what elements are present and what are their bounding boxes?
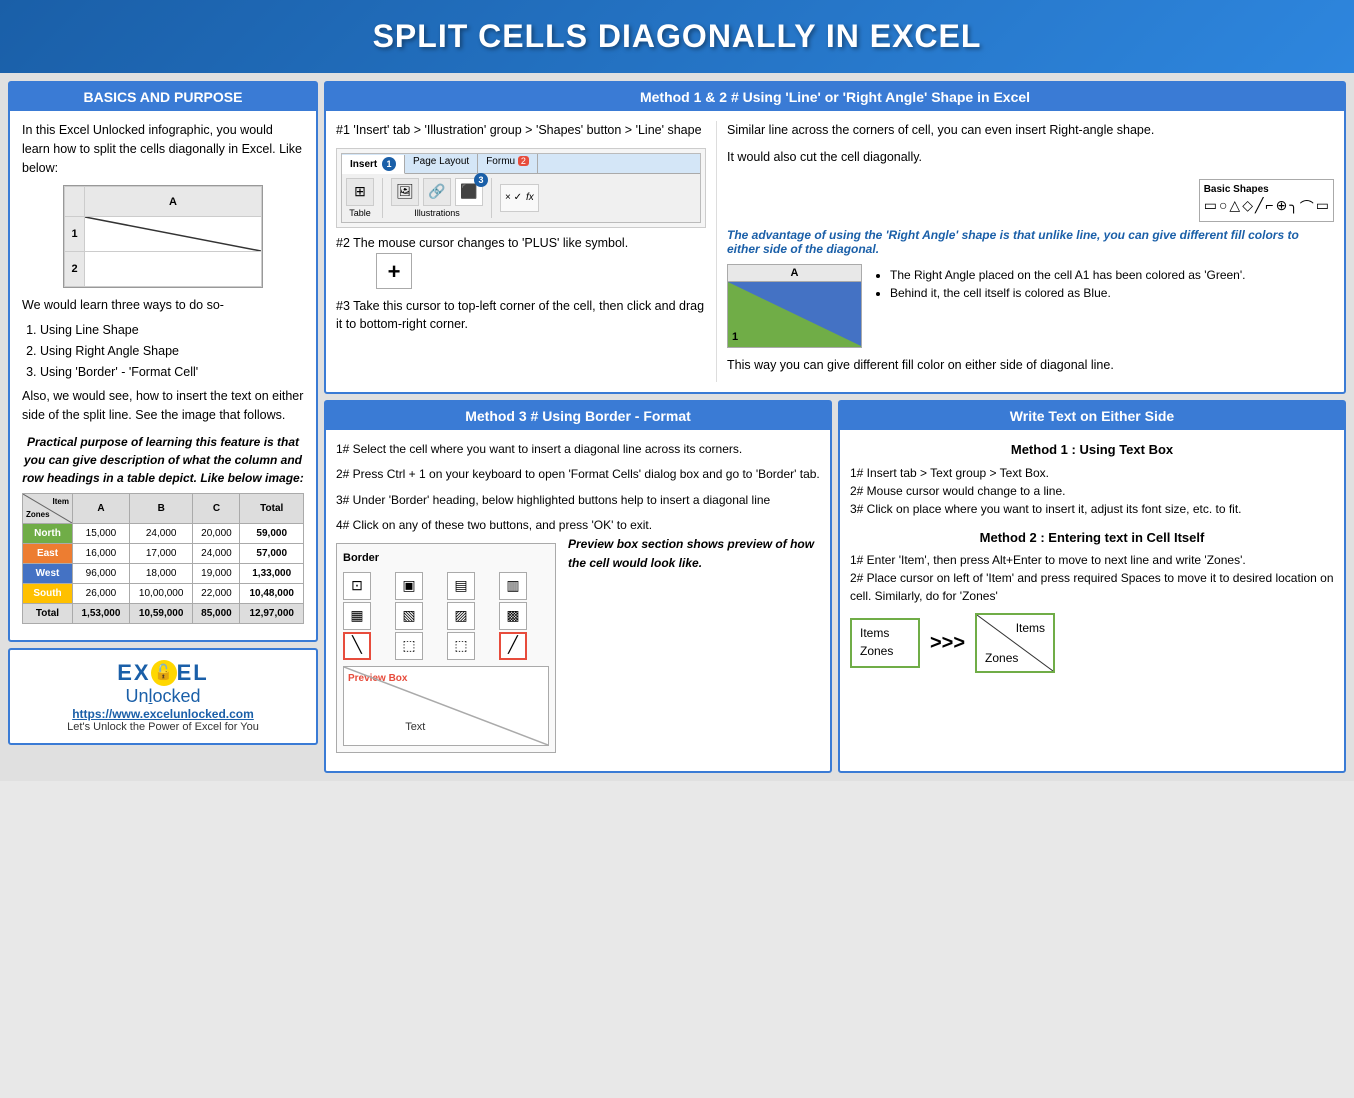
- shape-icon-4: ◇: [1242, 197, 1253, 217]
- logo-text: EX: [117, 660, 150, 686]
- write-text-header: Write Text on Either Side: [840, 402, 1344, 430]
- border-buttons: ⊡ ▣ ▤ ▥ ▦ ▧ ▨ ▩ ╲ ⬚ ⬚ ╱: [343, 572, 549, 660]
- border-btn-6: ▧: [395, 602, 423, 630]
- border-diag2-btn[interactable]: ╱: [499, 632, 527, 660]
- wt-m1-step3: 3# Click on place where you want to inse…: [850, 500, 1334, 518]
- border-btn-1: ⊡: [343, 572, 371, 600]
- logo-section: EX 🔓 EL Unlocked https://www.excelunlock…: [8, 648, 318, 745]
- method1-subheader: Method 1 : Using Text Box: [850, 440, 1334, 460]
- method-item-2: Using Right Angle Shape: [40, 342, 304, 361]
- border-btn-11: ⬚: [447, 632, 475, 660]
- wt-m2-step2: 2# Place cursor on left of 'Item' and pr…: [850, 569, 1334, 605]
- basic-shapes-label: Basic Shapes: [1204, 184, 1329, 195]
- italic-advantage: The advantage of using the 'Right Angle'…: [727, 228, 1334, 256]
- m3-step1: 1# Select the cell where you want to ins…: [336, 440, 820, 459]
- cell2-items-zones: Items Zones: [975, 613, 1055, 673]
- cell1-line1: Items: [860, 624, 910, 642]
- border-btn-8: ▩: [499, 602, 527, 630]
- wt-m2-step1: 1# Enter 'Item', then press Alt+Enter to…: [850, 551, 1334, 569]
- ribbon-tables-group: ⊞ Table: [346, 178, 383, 218]
- write-text-section: Write Text on Either Side Method 1 : Usi…: [838, 400, 1346, 772]
- logo-text-2: EL: [177, 660, 209, 686]
- step1-text: #1 'Insert' tab > 'Illustration' group >…: [336, 121, 706, 140]
- shape-icon-2: ○: [1219, 197, 1227, 217]
- border-btn-7: ▨: [447, 602, 475, 630]
- m3-step4: 4# Click on any of these two buttons, an…: [336, 516, 820, 535]
- bullet1: The Right Angle placed on the cell A1 ha…: [890, 268, 1245, 282]
- border-dialog: Border ⊡ ▣ ▤ ▥ ▦ ▧ ▨ ▩ ╲: [336, 543, 556, 753]
- method2-subheader: Method 2 : Entering text in Cell Itself: [850, 528, 1334, 548]
- cell1-items-zones: Items Zones: [850, 618, 920, 668]
- excel-diagonal-preview: A 1 2: [63, 185, 263, 288]
- step3-text: #3 Take this cursor to top-left corner o…: [336, 297, 706, 335]
- method12-section: Method 1 & 2 # Using 'Line' or 'Right An…: [324, 81, 1346, 394]
- shape-icon-5: ╱: [1255, 197, 1263, 217]
- step2-text: #2 The mouse cursor changes to 'PLUS' li…: [336, 234, 706, 289]
- shape-icon-9: ⌒: [1300, 197, 1314, 217]
- logo-tagline: Let's Unlock the Power of Excel for You: [20, 721, 306, 733]
- shape-icon-1: ▭: [1204, 197, 1217, 217]
- logo-unlocked-text: Unlocked: [20, 686, 306, 707]
- right-text1: Similar line across the corners of cell,…: [727, 121, 1334, 140]
- border-btn-5: ▦: [343, 602, 371, 630]
- purpose-italic: Practical purpose of learning this featu…: [22, 433, 304, 487]
- method3-header: Method 3 # Using Border - Format: [326, 402, 830, 430]
- border-btn-4: ▥: [499, 572, 527, 600]
- preview-text-label: Text: [405, 719, 425, 737]
- border-title: Border: [343, 550, 549, 568]
- preview-italic-caption: Preview box section shows preview of how…: [568, 535, 820, 573]
- also-text: Also, we would see, how to insert the te…: [22, 387, 304, 425]
- method3-section: Method 3 # Using Border - Format 1# Sele…: [324, 400, 832, 772]
- cell1-line2: Zones: [860, 642, 910, 660]
- main-title: SPLIT CELLS DIAGONALLY IN EXCEL: [0, 0, 1354, 73]
- right-text2: It would also cut the cell diagonally.: [727, 148, 1334, 167]
- border-diag1-btn[interactable]: ╲: [343, 632, 371, 660]
- basics-header: BASICS AND PURPOSE: [10, 83, 316, 111]
- logo-lock-icon: 🔓: [151, 660, 177, 686]
- shape-icon-3: △: [1229, 197, 1240, 217]
- wt-m1-step2: 2# Mouse cursor would change to a line.: [850, 482, 1334, 500]
- arrow: >>>: [930, 628, 965, 658]
- ribbon-illustrations-group: 🖼 🔗 ⬛ 3 Illustrations: [391, 178, 492, 218]
- pictures-icon: 🖼: [391, 178, 419, 206]
- method-item-1: Using Line Shape: [40, 321, 304, 340]
- m3-step2: 2# Press Ctrl + 1 on your keyboard to op…: [336, 465, 820, 484]
- items-zones-row: Items Zones >>> Items Zones: [850, 613, 1334, 673]
- bullet2: Behind it, the cell itself is colored as…: [890, 286, 1245, 300]
- ribbon-formulas-tab: Formu 2: [478, 154, 538, 173]
- tables-icon: ⊞: [346, 178, 374, 206]
- ribbon-pagelayout-tab: Page Layout: [405, 154, 478, 173]
- ribbon-insert-tab: Insert 1: [342, 155, 405, 174]
- shape-icon-7: ⊕: [1276, 197, 1288, 217]
- method12-header: Method 1 & 2 # Using 'Line' or 'Right An…: [326, 83, 1344, 111]
- m3-step3: 3# Under 'Border' heading, below highlig…: [336, 491, 820, 510]
- method-item-3: Using 'Border' - 'Format Cell': [40, 363, 304, 382]
- border-preview-area: Preview Box Text: [343, 666, 549, 746]
- colored-diagonal-preview: A 1: [727, 264, 862, 348]
- shapes-icon: ⬛ 3: [455, 178, 483, 206]
- learn-intro: We would learn three ways to do so-: [22, 296, 304, 315]
- shapes-icons: ▭ ○ △ ◇ ╱ ⌐ ⊕ ╮ ⌒ ▭: [1204, 197, 1329, 217]
- methods-list: Using Line Shape Using Right Angle Shape…: [22, 321, 304, 381]
- basic-shapes-box: Basic Shapes ▭ ○ △ ◇ ╱ ⌐ ⊕ ╮ ⌒ ▭: [1199, 179, 1334, 222]
- border-btn-10: ⬚: [395, 632, 423, 660]
- shape-icon-6: ⌐: [1265, 197, 1273, 217]
- shape-icon-8: ╮: [1289, 197, 1297, 217]
- intro-text: In this Excel Unlocked infographic, you …: [22, 121, 304, 177]
- border-btn-2: ▣: [395, 572, 423, 600]
- online-pic-icon: 🔗: [423, 178, 451, 206]
- logo-url[interactable]: https://www.excelunlocked.com: [20, 707, 306, 721]
- shape-icon-10: ▭: [1316, 197, 1329, 217]
- basics-section: BASICS AND PURPOSE In this Excel Unlocke…: [8, 81, 318, 642]
- border-btn-3: ▤: [447, 572, 475, 600]
- excel-ribbon: Insert 1 Page Layout Formu 2 ⊞ Table: [336, 148, 706, 228]
- wt-m1-step1: 1# Insert tab > Text group > Text Box.: [850, 464, 1334, 482]
- conclusion-text: This way you can give different fill col…: [727, 356, 1334, 375]
- data-table: Item Zones A B C Total North 15,00024,00…: [22, 493, 304, 624]
- right-angle-description: The Right Angle placed on the cell A1 ha…: [874, 264, 1245, 304]
- formula-bar: × ✓ fx: [500, 184, 539, 212]
